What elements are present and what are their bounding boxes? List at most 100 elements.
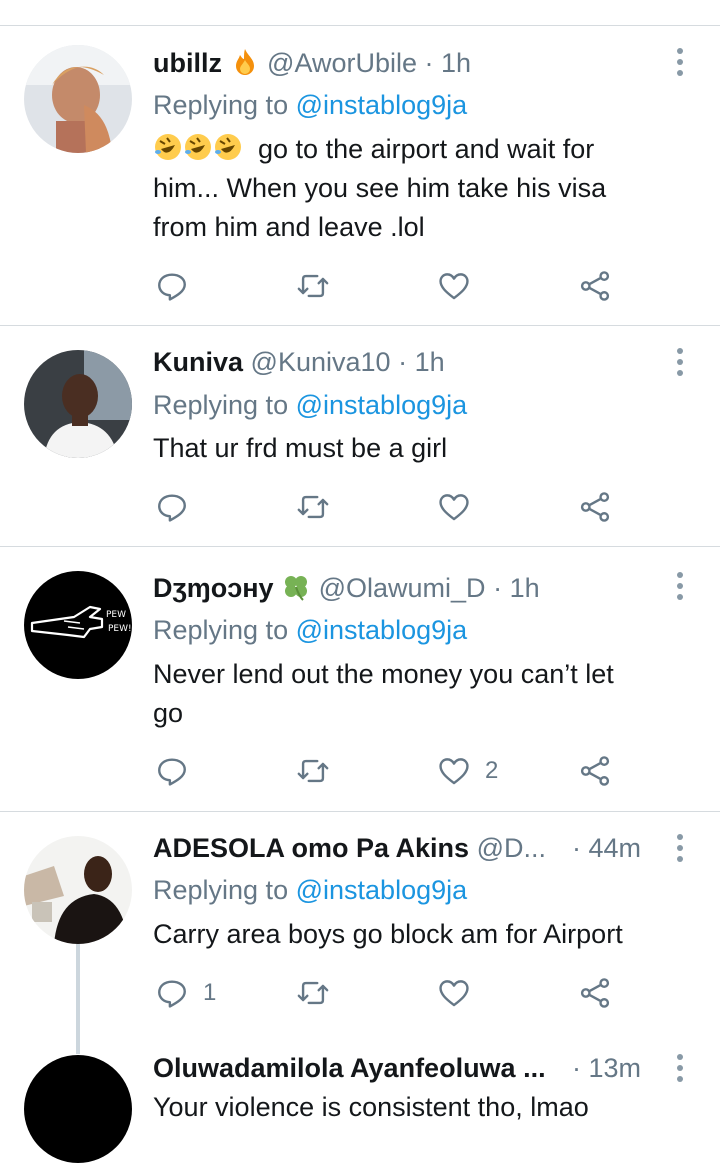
avatar[interactable]: [24, 350, 132, 458]
tweet-header: Kuniva @Kuniva10 · 1h: [153, 345, 445, 379]
share-button[interactable]: [578, 487, 612, 527]
reply-icon: [158, 758, 186, 786]
tweet-text: That ur frd must be a girl: [153, 429, 693, 468]
four-leaf-clover-emoji-icon: [285, 576, 308, 601]
heart-icon: [439, 494, 469, 521]
tweet-text-line: from him and leave .lol: [153, 212, 425, 242]
tweet-actions: [153, 266, 633, 306]
heart-icon: [439, 273, 469, 300]
tweet-header: ubillz @AworUbile · 1h: [153, 46, 471, 80]
avatar[interactable]: [24, 836, 132, 944]
user-handle[interactable]: @Olawumi_D: [319, 573, 486, 603]
reply-icon: [158, 273, 186, 301]
like-button[interactable]: [437, 487, 485, 527]
reply-count: 1: [203, 979, 217, 1006]
avatar[interactable]: [24, 45, 132, 153]
rofl-emoji-icon: [155, 134, 181, 160]
reply-icon: [158, 494, 186, 522]
replying-mention-link[interactable]: @instablog9ja: [296, 90, 468, 120]
thread-connector-line: [76, 944, 80, 1054]
replying-prefix: Replying to: [153, 615, 289, 645]
tweet-text-line: go: [153, 698, 184, 728]
user-handle[interactable]: @AworUbile: [267, 48, 417, 78]
timestamp[interactable]: 13m: [589, 1053, 642, 1083]
separator-dot: ·: [424, 48, 434, 78]
tweet-text: go to the airport and wait for him... Wh…: [153, 130, 693, 247]
tweet-text: Your violence is consistent tho, lmao: [153, 1088, 693, 1127]
svg-text:PEW: PEW: [106, 610, 126, 620]
timestamp[interactable]: 1h: [415, 347, 445, 377]
retweet-icon: [297, 759, 329, 783]
avatar[interactable]: [24, 1055, 132, 1163]
replying-prefix: Replying to: [153, 90, 289, 120]
share-icon: [580, 271, 610, 301]
rofl-emoji-icon: [185, 134, 211, 160]
retweet-icon: [297, 981, 329, 1005]
retweet-icon: [297, 274, 329, 298]
tweet-text-line: go to the airport and wait for: [153, 130, 693, 169]
replying-mention-link[interactable]: @instablog9ja: [296, 875, 468, 905]
retweet-button[interactable]: [296, 487, 330, 527]
share-button[interactable]: [578, 973, 612, 1013]
like-button[interactable]: 2: [437, 751, 498, 791]
heart-icon: [439, 758, 469, 785]
retweet-icon: [297, 495, 329, 519]
share-icon: [580, 756, 610, 786]
heart-icon: [439, 980, 469, 1007]
timestamp[interactable]: 44m: [589, 833, 642, 863]
more-vertical-icon[interactable]: [670, 345, 690, 379]
more-vertical-icon[interactable]: [670, 831, 690, 865]
tweet-text-line: That ur frd must be a girl: [153, 433, 448, 463]
tweet-actions: 1: [153, 973, 633, 1013]
tweet-actions: 2: [153, 751, 633, 791]
like-button[interactable]: [437, 973, 485, 1013]
tweet-text-line: him... When you see him take his visa: [153, 173, 607, 203]
retweet-button[interactable]: [296, 266, 330, 306]
tweet-header: Oluwadamilola Ayanfeoluwa ...: [153, 1051, 546, 1085]
timestamp[interactable]: 1h: [441, 48, 471, 78]
retweet-button[interactable]: [296, 751, 330, 791]
tweet-text-line: Never lend out the money you can’t let: [153, 659, 614, 689]
reply-icon: [158, 980, 186, 1008]
replying-prefix: Replying to: [153, 390, 289, 420]
replying-to: Replying to @instablog9ja: [153, 613, 467, 647]
reply-button[interactable]: [155, 266, 203, 306]
display-name[interactable]: Oluwadamilola Ayanfeoluwa ...: [153, 1053, 546, 1083]
separator-dot: ·: [398, 347, 408, 377]
more-vertical-icon[interactable]: [670, 569, 690, 603]
share-button[interactable]: [578, 751, 612, 791]
replying-to: Replying to @instablog9ja: [153, 873, 467, 907]
replying-mention-link[interactable]: @instablog9ja: [296, 390, 468, 420]
tweet-header: Dʒɱoɔнy @Olawumi_D · 1h: [153, 571, 540, 605]
top-divider: [0, 25, 720, 26]
display-name[interactable]: ADESOLA omo Pa Akins: [153, 833, 469, 863]
tweet-text: Carry area boys go block am for Airport: [153, 915, 693, 954]
avatar[interactable]: PEW PEW!: [24, 571, 132, 679]
tweet-text-line: Carry area boys go block am for Airport: [153, 919, 623, 949]
timestamp[interactable]: 1h: [510, 573, 540, 603]
user-handle[interactable]: @D...: [477, 833, 546, 863]
share-button[interactable]: [578, 266, 612, 306]
display-name[interactable]: ubillz: [153, 48, 222, 78]
tweet-divider: [0, 546, 720, 547]
tweet-divider: [0, 325, 720, 326]
reply-button[interactable]: 1: [155, 973, 216, 1013]
tweet-time: · 44m: [572, 831, 641, 865]
retweet-button[interactable]: [296, 973, 330, 1013]
display-name[interactable]: Kuniva: [153, 347, 243, 377]
like-button[interactable]: [437, 266, 485, 306]
user-handle[interactable]: @Kuniva10: [251, 347, 391, 377]
like-count: 2: [485, 757, 499, 784]
tweet-header: ADESOLA omo Pa Akins @D...: [153, 831, 546, 865]
tweet-divider: [0, 811, 720, 812]
display-name[interactable]: Dʒɱoɔнy: [153, 573, 274, 603]
replying-to: Replying to @instablog9ja: [153, 88, 467, 122]
reply-button[interactable]: [155, 487, 203, 527]
separator-dot: ·: [572, 833, 581, 863]
more-vertical-icon[interactable]: [670, 45, 690, 79]
tweet-text-line: Your violence is consistent tho, lmao: [153, 1092, 589, 1122]
replying-mention-link[interactable]: @instablog9ja: [296, 615, 468, 645]
reply-button[interactable]: [155, 751, 203, 791]
more-vertical-icon[interactable]: [670, 1051, 690, 1085]
separator-dot: ·: [493, 573, 503, 603]
